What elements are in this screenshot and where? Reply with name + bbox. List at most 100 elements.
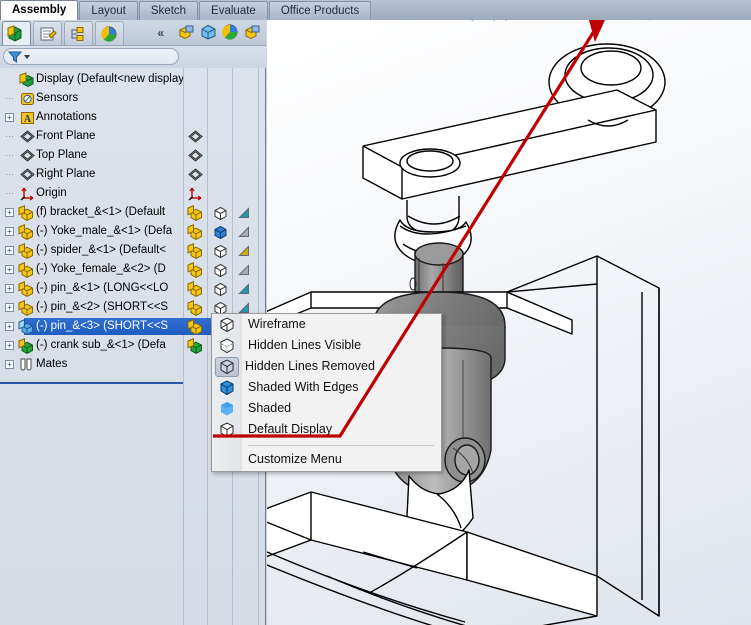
tree-row[interactable]: + A Annotations	[0, 108, 266, 127]
tree-expander-icon[interactable]: +	[5, 360, 14, 369]
tree-row[interactable]: + (f) bracket_&<1> (Default	[0, 203, 266, 222]
command-tab-office-products[interactable]: Office Products	[268, 1, 372, 20]
plane-icon[interactable]	[187, 167, 204, 182]
apply-scene-button[interactable]	[661, 20, 682, 23]
hide-show-items-button[interactable]	[607, 20, 628, 23]
tree-row[interactable]: + (-) Yoke_female_&<2> (D	[0, 260, 266, 279]
part-yellow-icon[interactable]	[187, 261, 205, 278]
command-tab-assembly[interactable]: Assembly	[0, 0, 79, 20]
view-settings-dropdown-caret[interactable]	[715, 20, 724, 23]
tree-col-0-part-yellow-icon[interactable]	[184, 260, 207, 279]
tree-col-1-cube-white-icon[interactable]	[208, 203, 232, 222]
view-settings-button[interactable]	[693, 20, 714, 23]
zoom-to-area-button[interactable]	[477, 20, 498, 23]
tree-row[interactable]: ⋯ Right Plane	[0, 165, 266, 184]
view-orientation-dropdown-caret[interactable]	[565, 20, 574, 23]
tree-col-2-triangle-teal-icon[interactable]	[233, 279, 257, 298]
part-green-icon[interactable]	[187, 337, 205, 354]
tree-col-1-cube-white-icon[interactable]	[208, 260, 232, 279]
triangle-gray-icon[interactable]	[237, 225, 253, 239]
tree-row[interactable]: + (-) spider_&<1> (Default<	[0, 241, 266, 260]
context-menu-item-default-display[interactable]: Default Display	[212, 419, 441, 440]
tree-col-0-part-yellow-icon[interactable]	[184, 222, 207, 241]
feature-tree-filter[interactable]	[3, 48, 179, 65]
tree-row[interactable]: ⋯ Front Plane	[0, 127, 266, 146]
context-menu-item-hidden-lines-removed[interactable]: Hidden Lines Removed	[212, 356, 441, 377]
cube-white-icon[interactable]	[212, 205, 229, 221]
previous-view-button[interactable]	[499, 20, 520, 23]
command-tab-evaluate[interactable]: Evaluate	[199, 1, 268, 20]
triangle-teal-icon[interactable]	[237, 282, 253, 296]
tree-col-0-part-yellow-icon[interactable]	[184, 279, 207, 298]
property-manager-tab[interactable]	[33, 21, 62, 45]
tree-col-1-cube-blue-icon[interactable]	[208, 222, 232, 241]
origin-icon[interactable]	[188, 186, 203, 201]
plane-icon[interactable]	[187, 148, 204, 163]
plane-icon[interactable]	[187, 129, 204, 144]
hide-show-items-dropdown-caret[interactable]	[629, 20, 638, 23]
tree-col-1-cube-white-icon[interactable]	[208, 279, 232, 298]
assembly-icon[interactable]	[177, 23, 196, 41]
context-menu-item-shaded-with-edges[interactable]: Shaded With Edges	[212, 377, 441, 398]
cube-white-icon[interactable]	[212, 243, 229, 259]
appearance-sphere-icon[interactable]	[221, 23, 240, 41]
tree-col-0-origin-icon[interactable]	[184, 184, 207, 203]
part-yellow-icon[interactable]	[187, 223, 205, 240]
part-yellow-icon[interactable]	[187, 299, 205, 316]
tree-col-0-plane-icon[interactable]	[184, 127, 207, 146]
cube-icon[interactable]	[199, 23, 218, 41]
filter-input[interactable]	[33, 50, 173, 63]
view-heads-up-toolbar[interactable]	[455, 20, 751, 24]
tree-col-0-part-yellow-icon[interactable]	[184, 203, 207, 222]
context-menu-item-shaded[interactable]: Shaded	[212, 398, 441, 419]
edit-appearance-button[interactable]	[639, 20, 660, 23]
triangle-gold-icon[interactable]	[237, 244, 253, 258]
context-menu-item-hidden-lines-visible[interactable]: Hidden Lines Visible	[212, 335, 441, 356]
tree-col-1-cube-white-icon[interactable]	[208, 241, 232, 260]
tree-expander-icon[interactable]: +	[5, 322, 14, 331]
configuration-manager-tab[interactable]	[64, 21, 93, 45]
tree-row[interactable]: ⋯ Sensors	[0, 89, 266, 108]
context-menu-item-wireframe[interactable]: Wireframe	[212, 314, 441, 335]
tree-col-0-part-yellow-icon[interactable]	[184, 298, 207, 317]
part-yellow-icon[interactable]	[187, 242, 205, 259]
tree-col-0-part-yellow-icon[interactable]	[184, 241, 207, 260]
tree-row[interactable]: ⋯ Origin	[0, 184, 266, 203]
part-yellow-icon[interactable]	[187, 318, 205, 335]
tree-col-2-triangle-gray-icon[interactable]	[233, 222, 257, 241]
tree-col-0-plane-icon[interactable]	[184, 146, 207, 165]
tree-expander-icon[interactable]: +	[5, 284, 14, 293]
tree-expander-icon[interactable]: +	[5, 341, 14, 350]
tree-row[interactable]: + (-) Yoke_male_&<1> (Defa	[0, 222, 266, 241]
filter-dropdown-caret[interactable]	[24, 54, 30, 59]
tree-col-2-triangle-teal-icon[interactable]	[233, 203, 257, 222]
tree-col-0-part-green-icon[interactable]	[184, 336, 207, 355]
tree-row[interactable]: ⋯ Top Plane	[0, 146, 266, 165]
section-view-button[interactable]	[521, 20, 542, 23]
tree-col-2-triangle-gold-icon[interactable]	[233, 241, 257, 260]
triangle-teal-icon[interactable]	[237, 206, 253, 220]
customize-menu-item[interactable]: Customize Menu	[212, 448, 441, 470]
tree-col-2-triangle-gray-icon[interactable]	[233, 260, 257, 279]
tree-expander-icon[interactable]: +	[5, 208, 14, 217]
part-yellow-icon[interactable]	[187, 280, 205, 297]
tree-row[interactable]: + (-) pin_&<1> (LONG<<LO	[0, 279, 266, 298]
assembly-icon-2[interactable]	[243, 23, 262, 41]
display-style-context-menu[interactable]: Wireframe Hidden Lines Visible Hidden Line…	[211, 313, 442, 472]
collapse-panel-icon[interactable]: «	[157, 26, 164, 40]
tree-row[interactable]: Display (Default<new display	[0, 70, 266, 89]
display-style-button[interactable]	[575, 20, 596, 23]
display-manager-tab[interactable]	[95, 21, 124, 45]
display-style-dropdown-caret[interactable]	[597, 20, 606, 23]
feature-manager-design-tree-tab[interactable]	[2, 21, 31, 45]
tree-expander-icon[interactable]: +	[5, 113, 14, 122]
cube-white-icon[interactable]	[212, 281, 229, 297]
command-tab-layout[interactable]: Layout	[79, 1, 138, 20]
triangle-gray-icon[interactable]	[237, 263, 253, 277]
tree-expander-icon[interactable]: +	[5, 265, 14, 274]
tree-expander-icon[interactable]: +	[5, 246, 14, 255]
cube-blue-icon[interactable]	[212, 224, 229, 240]
tree-expander-icon[interactable]: +	[5, 227, 14, 236]
part-yellow-icon[interactable]	[187, 204, 205, 221]
tree-col-0-plane-icon[interactable]	[184, 165, 207, 184]
